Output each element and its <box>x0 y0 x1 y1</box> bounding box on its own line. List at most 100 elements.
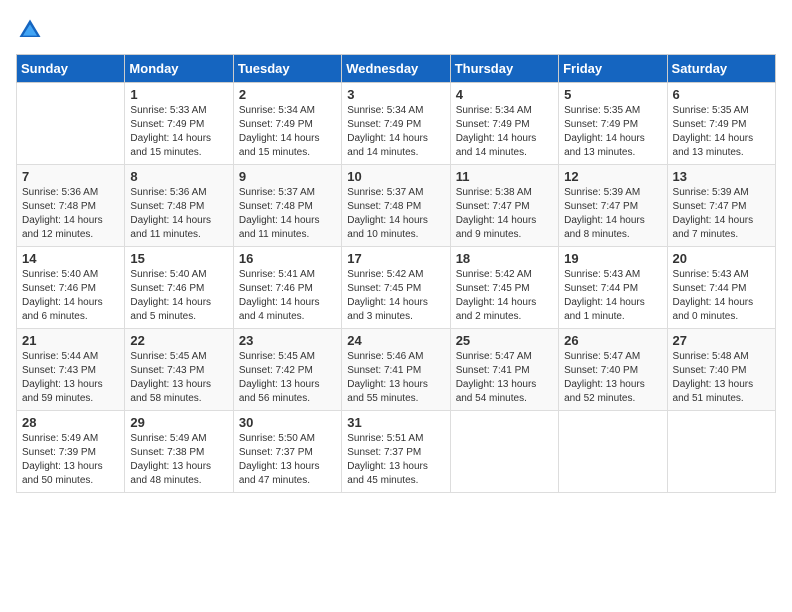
day-info: Sunrise: 5:33 AM Sunset: 7:49 PM Dayligh… <box>130 104 227 160</box>
page-container: SundayMondayTuesdayWednesdayThursdayFrid… <box>0 0 792 509</box>
weekday-header: Sunday <box>17 55 125 83</box>
day-info: Sunrise: 5:40 AM Sunset: 7:46 PM Dayligh… <box>22 268 119 324</box>
day-info: Sunrise: 5:35 AM Sunset: 7:49 PM Dayligh… <box>564 104 661 160</box>
calendar-cell: 12 Sunrise: 5:39 AM Sunset: 7:47 PM Dayli… <box>559 165 667 247</box>
calendar-week-row: 21 Sunrise: 5:44 AM Sunset: 7:43 PM Dayli… <box>17 329 776 411</box>
calendar-cell: 28 Sunrise: 5:49 AM Sunset: 7:39 PM Dayli… <box>17 411 125 493</box>
day-info: Sunrise: 5:35 AM Sunset: 7:49 PM Dayligh… <box>673 104 770 160</box>
calendar-cell: 30Sunrise: 5:50 AM Sunset: 7:37 PM Dayli… <box>233 411 341 493</box>
calendar-cell: 23 Sunrise: 5:45 AM Sunset: 7:42 PM Dayli… <box>233 329 341 411</box>
day-info: Sunrise: 5:34 AM Sunset: 7:49 PM Dayligh… <box>239 104 336 160</box>
day-number: 28 <box>22 415 119 430</box>
day-info: Sunrise: 5:41 AM Sunset: 7:46 PM Dayligh… <box>239 268 336 324</box>
day-number: 17 <box>347 251 444 266</box>
day-info: Sunrise: 5:44 AM Sunset: 7:43 PM Dayligh… <box>22 350 119 406</box>
calendar-cell: 29 Sunrise: 5:49 AM Sunset: 7:38 PM Dayli… <box>125 411 233 493</box>
day-number: 11 <box>456 169 553 184</box>
day-info: Sunrise: 5:47 AM Sunset: 7:40 PM Dayligh… <box>564 350 661 406</box>
weekday-header: Friday <box>559 55 667 83</box>
weekday-header: Monday <box>125 55 233 83</box>
calendar-cell: 4 Sunrise: 5:34 AM Sunset: 7:49 PM Daylig… <box>450 83 558 165</box>
day-number: 23 <box>239 333 336 348</box>
day-info: Sunrise: 5:45 AM Sunset: 7:43 PM Dayligh… <box>130 350 227 406</box>
page-header <box>16 16 776 44</box>
calendar-cell: 16 Sunrise: 5:41 AM Sunset: 7:46 PM Dayli… <box>233 247 341 329</box>
day-number: 25 <box>456 333 553 348</box>
calendar-cell <box>17 83 125 165</box>
calendar-cell: 15 Sunrise: 5:40 AM Sunset: 7:46 PM Dayli… <box>125 247 233 329</box>
day-number: 13 <box>673 169 770 184</box>
day-info: Sunrise: 5:51 AM Sunset: 7:37 PM Dayligh… <box>347 432 444 488</box>
day-number: 6 <box>673 87 770 102</box>
day-number: 1 <box>130 87 227 102</box>
logo-icon <box>16 16 44 44</box>
calendar-week-row: 7Sunrise: 5:36 AM Sunset: 7:48 PM Daylig… <box>17 165 776 247</box>
weekday-header: Wednesday <box>342 55 450 83</box>
day-info: Sunrise: 5:42 AM Sunset: 7:45 PM Dayligh… <box>456 268 553 324</box>
calendar-cell: 6 Sunrise: 5:35 AM Sunset: 7:49 PM Daylig… <box>667 83 775 165</box>
calendar-cell: 31 Sunrise: 5:51 AM Sunset: 7:37 PM Dayli… <box>342 411 450 493</box>
calendar-cell: 3Sunrise: 5:34 AM Sunset: 7:49 PM Daylig… <box>342 83 450 165</box>
calendar-cell: 27Sunrise: 5:48 AM Sunset: 7:40 PM Dayli… <box>667 329 775 411</box>
day-number: 10 <box>347 169 444 184</box>
day-number: 31 <box>347 415 444 430</box>
day-number: 29 <box>130 415 227 430</box>
day-number: 4 <box>456 87 553 102</box>
day-number: 30 <box>239 415 336 430</box>
day-number: 27 <box>673 333 770 348</box>
calendar-cell: 11Sunrise: 5:38 AM Sunset: 7:47 PM Dayli… <box>450 165 558 247</box>
calendar-cell: 10 Sunrise: 5:37 AM Sunset: 7:48 PM Dayli… <box>342 165 450 247</box>
calendar-cell: 13 Sunrise: 5:39 AM Sunset: 7:47 PM Dayli… <box>667 165 775 247</box>
calendar-week-row: 28 Sunrise: 5:49 AM Sunset: 7:39 PM Dayli… <box>17 411 776 493</box>
day-number: 14 <box>22 251 119 266</box>
calendar-cell: 18 Sunrise: 5:42 AM Sunset: 7:45 PM Dayli… <box>450 247 558 329</box>
calendar-cell <box>559 411 667 493</box>
calendar-cell: 7Sunrise: 5:36 AM Sunset: 7:48 PM Daylig… <box>17 165 125 247</box>
day-info: Sunrise: 5:40 AM Sunset: 7:46 PM Dayligh… <box>130 268 227 324</box>
day-info: Sunrise: 5:45 AM Sunset: 7:42 PM Dayligh… <box>239 350 336 406</box>
day-number: 22 <box>130 333 227 348</box>
calendar-table: SundayMondayTuesdayWednesdayThursdayFrid… <box>16 54 776 493</box>
day-number: 26 <box>564 333 661 348</box>
weekday-header-row: SundayMondayTuesdayWednesdayThursdayFrid… <box>17 55 776 83</box>
calendar-week-row: 14 Sunrise: 5:40 AM Sunset: 7:46 PM Dayli… <box>17 247 776 329</box>
day-info: Sunrise: 5:43 AM Sunset: 7:44 PM Dayligh… <box>673 268 770 324</box>
day-number: 20 <box>673 251 770 266</box>
logo <box>16 16 48 44</box>
day-info: Sunrise: 5:43 AM Sunset: 7:44 PM Dayligh… <box>564 268 661 324</box>
day-number: 18 <box>456 251 553 266</box>
calendar-cell: 26 Sunrise: 5:47 AM Sunset: 7:40 PM Dayli… <box>559 329 667 411</box>
day-number: 19 <box>564 251 661 266</box>
day-info: Sunrise: 5:36 AM Sunset: 7:48 PM Dayligh… <box>22 186 119 242</box>
day-info: Sunrise: 5:37 AM Sunset: 7:48 PM Dayligh… <box>347 186 444 242</box>
day-info: Sunrise: 5:49 AM Sunset: 7:39 PM Dayligh… <box>22 432 119 488</box>
calendar-cell: 8Sunrise: 5:36 AM Sunset: 7:48 PM Daylig… <box>125 165 233 247</box>
calendar-cell: 17 Sunrise: 5:42 AM Sunset: 7:45 PM Dayli… <box>342 247 450 329</box>
day-number: 12 <box>564 169 661 184</box>
calendar-cell: 25Sunrise: 5:47 AM Sunset: 7:41 PM Dayli… <box>450 329 558 411</box>
day-info: Sunrise: 5:42 AM Sunset: 7:45 PM Dayligh… <box>347 268 444 324</box>
day-info: Sunrise: 5:46 AM Sunset: 7:41 PM Dayligh… <box>347 350 444 406</box>
calendar-cell: 1 Sunrise: 5:33 AM Sunset: 7:49 PM Daylig… <box>125 83 233 165</box>
calendar-cell <box>667 411 775 493</box>
day-number: 15 <box>130 251 227 266</box>
day-info: Sunrise: 5:49 AM Sunset: 7:38 PM Dayligh… <box>130 432 227 488</box>
weekday-header: Saturday <box>667 55 775 83</box>
day-number: 2 <box>239 87 336 102</box>
calendar-cell: 5 Sunrise: 5:35 AM Sunset: 7:49 PM Daylig… <box>559 83 667 165</box>
weekday-header: Tuesday <box>233 55 341 83</box>
calendar-cell: 2 Sunrise: 5:34 AM Sunset: 7:49 PM Daylig… <box>233 83 341 165</box>
day-info: Sunrise: 5:34 AM Sunset: 7:49 PM Dayligh… <box>347 104 444 160</box>
day-info: Sunrise: 5:39 AM Sunset: 7:47 PM Dayligh… <box>673 186 770 242</box>
calendar-cell: 19 Sunrise: 5:43 AM Sunset: 7:44 PM Dayli… <box>559 247 667 329</box>
day-number: 24 <box>347 333 444 348</box>
day-info: Sunrise: 5:36 AM Sunset: 7:48 PM Dayligh… <box>130 186 227 242</box>
calendar-cell <box>450 411 558 493</box>
day-number: 5 <box>564 87 661 102</box>
day-number: 16 <box>239 251 336 266</box>
day-number: 9 <box>239 169 336 184</box>
calendar-cell: 14 Sunrise: 5:40 AM Sunset: 7:46 PM Dayli… <box>17 247 125 329</box>
day-info: Sunrise: 5:34 AM Sunset: 7:49 PM Dayligh… <box>456 104 553 160</box>
day-info: Sunrise: 5:39 AM Sunset: 7:47 PM Dayligh… <box>564 186 661 242</box>
day-number: 21 <box>22 333 119 348</box>
